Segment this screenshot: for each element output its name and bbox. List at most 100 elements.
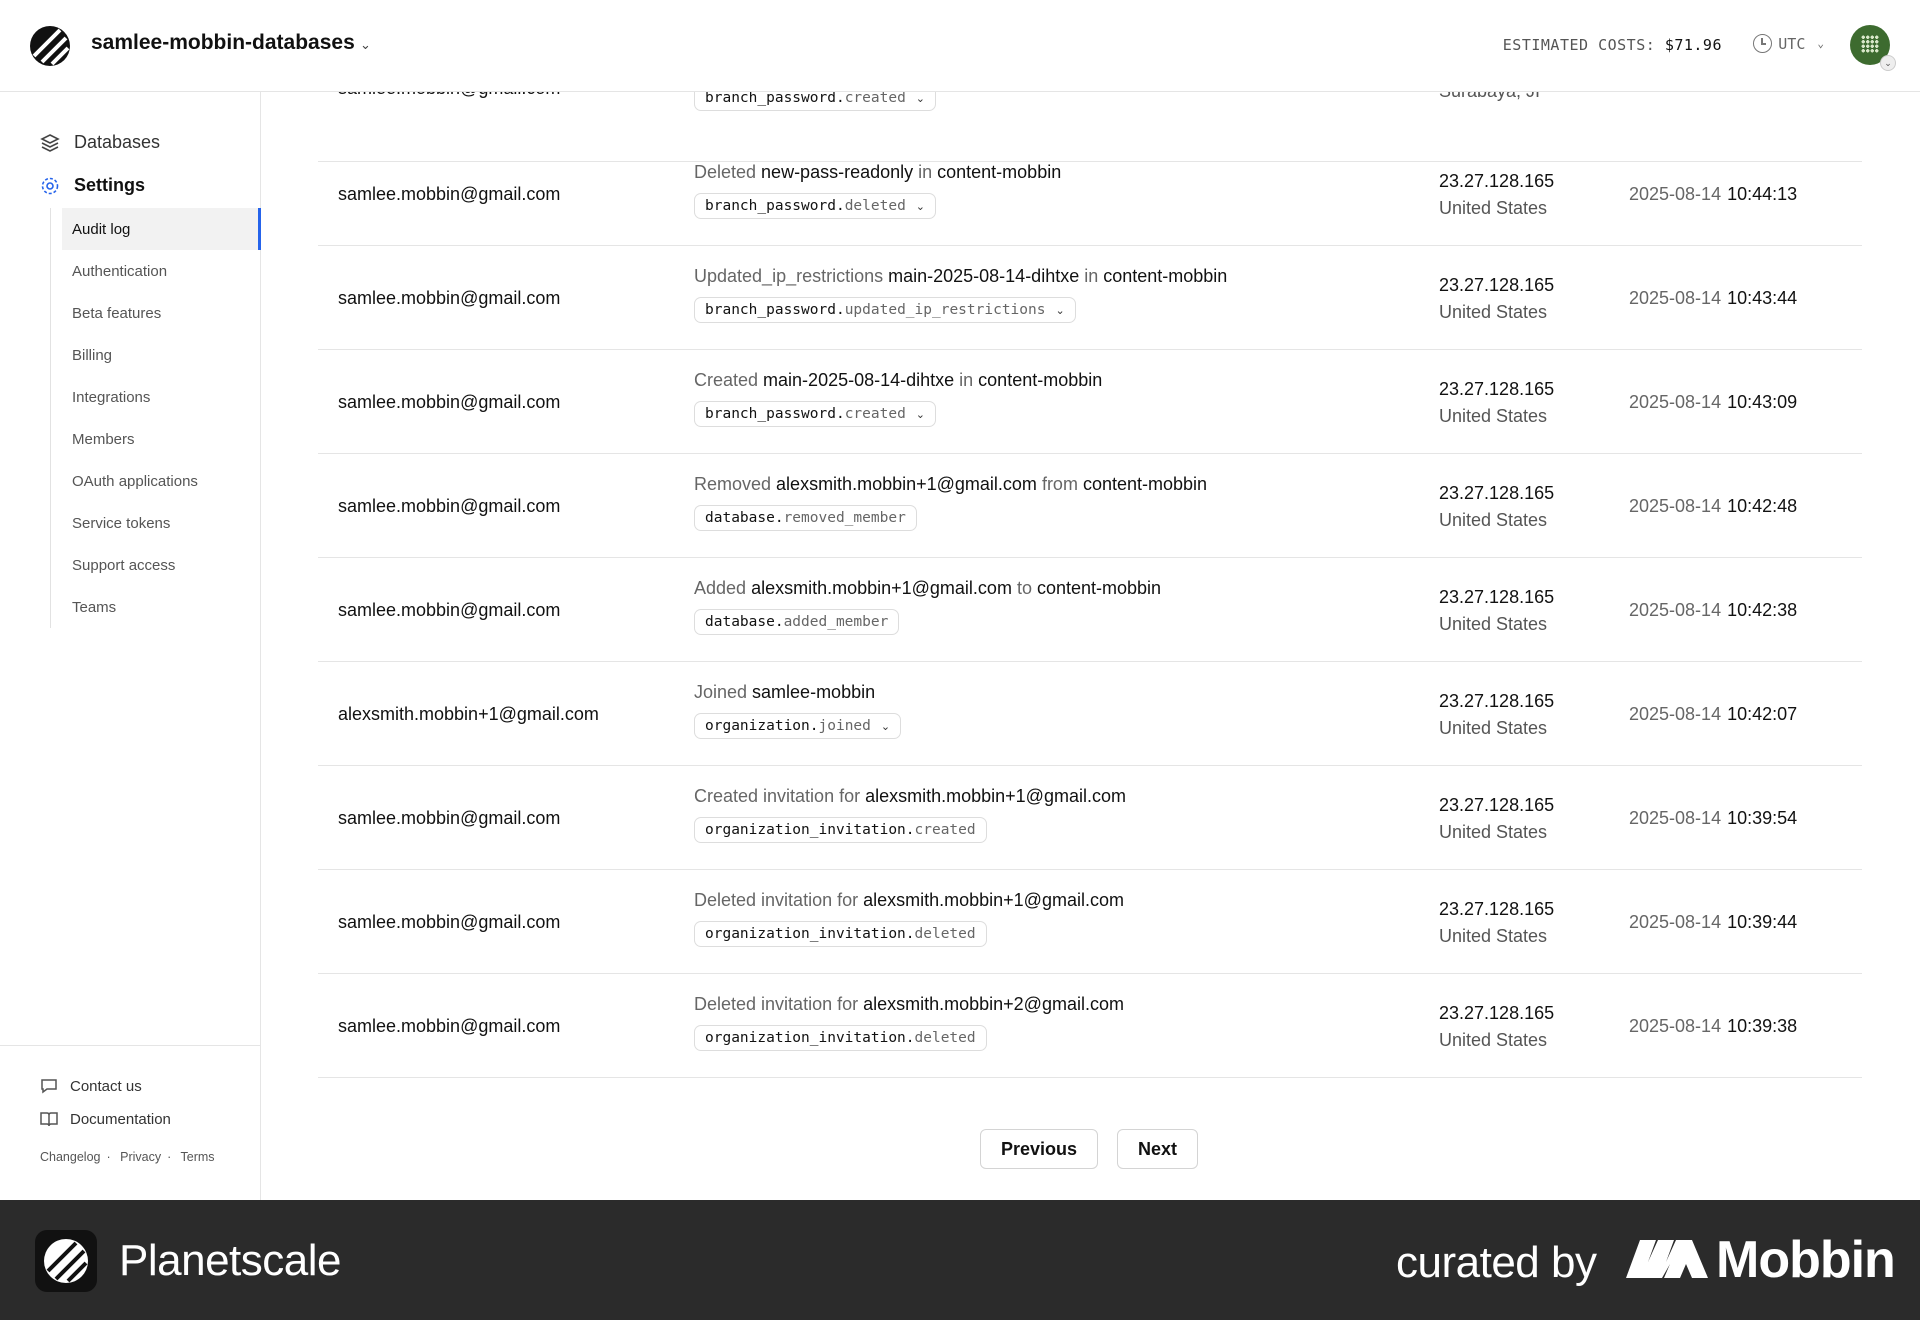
sidebar-item-databases[interactable]: Databases (40, 132, 160, 153)
event-text: to (1011, 578, 1037, 598)
privacy-link[interactable]: Privacy (120, 1150, 161, 1164)
contact-us-link[interactable]: Contact us (40, 1077, 142, 1095)
sidebar-item-teams[interactable]: Teams (62, 586, 261, 628)
terms-link[interactable]: Terms (181, 1150, 215, 1164)
changelog-link[interactable]: Changelog (40, 1150, 100, 1164)
tag-object: branch_password. (705, 302, 845, 318)
chevron-down-icon[interactable]: ⌄ (360, 37, 371, 53)
audit-location: 23.27.128.165 United States (1439, 792, 1554, 846)
sidebar: Databases Settings Audit log Authenticat… (0, 92, 261, 1200)
table-row: samlee.mobbin@gmail.com Updated_ip_restri… (318, 246, 1862, 350)
audit-date: 2025-08-14 (1629, 183, 1722, 204)
table-row: alexsmith.mobbin+1@gmail.com Joined samle… (318, 662, 1862, 766)
event-description: Deleted invitation for alexsmith.mobbin+… (694, 890, 1124, 911)
sidebar-item-oauth-applications[interactable]: OAuth applications (62, 460, 261, 502)
event-entity: alexsmith.mobbin+2@gmail.com (863, 994, 1124, 1014)
org-name[interactable]: samlee-mobbin-databases (91, 31, 355, 55)
sidebar-item-billing[interactable]: Billing (62, 334, 261, 376)
event-text: in (954, 370, 979, 390)
next-button[interactable]: Next (1117, 1129, 1199, 1169)
chevron-down-icon[interactable]: ⌄ (916, 200, 925, 213)
audit-location: 23.27.128.165 United States (1439, 480, 1554, 534)
event-text: Removed (694, 474, 777, 494)
sidebar-item-service-tokens[interactable]: Service tokens (62, 502, 261, 544)
tag-object: branch_password. (705, 198, 845, 214)
sidebar-item-beta-features[interactable]: Beta features (62, 292, 261, 334)
audit-time: 10:43:09 (1727, 391, 1798, 412)
footer-small-links: Changelog · Privacy · Terms (40, 1150, 221, 1164)
event-description: Deleted invitation for alexsmith.mobbin+… (694, 994, 1124, 1015)
chevron-down-icon[interactable]: ⌄ (881, 720, 890, 733)
timezone-selector[interactable]: UTC ⌄ (1753, 34, 1824, 53)
table-row: samlee.mobbin@gmail.com Created invitatio… (318, 766, 1862, 870)
sidebar-item-integrations[interactable]: Integrations (62, 376, 261, 418)
event-text: from (1036, 474, 1083, 494)
chevron-down-icon[interactable]: ⌄ (916, 92, 925, 105)
ip-address: 23.27.128.165 (1439, 483, 1555, 503)
audit-time: 10:39:38 (1727, 1015, 1798, 1036)
sidebar-item-members[interactable]: Members (62, 418, 261, 460)
audit-user: samlee.mobbin@gmail.com (338, 1015, 561, 1036)
audit-timestamp: 2025-08-14 10:39:38 (1629, 974, 1797, 1078)
chevron-down-icon: ⌄ (1817, 37, 1824, 50)
event-type-tag[interactable]: branch_password. deleted ⌄ (694, 193, 937, 219)
audit-timestamp: 2025-08-14 10:42:48 (1629, 454, 1797, 558)
tag-object: branch_password. (705, 406, 845, 422)
audit-event: Deleted invitation for alexsmith.mobbin+… (694, 890, 1124, 947)
event-entity: alexsmith.mobbin+1@gmail.com (751, 578, 1012, 598)
documentation-link[interactable]: Documentation (40, 1110, 171, 1128)
event-text: Created invitation for (694, 786, 866, 806)
sidebar-item-label: Support access (72, 556, 176, 574)
tag-action: deleted (844, 198, 906, 214)
location-name: United States (1439, 926, 1548, 946)
sidebar-item-authentication[interactable]: Authentication (62, 250, 261, 292)
table-row: samlee.mobbin@gmail.com Deleted invitatio… (318, 870, 1862, 974)
chevron-down-icon[interactable]: ⌄ (1055, 304, 1064, 317)
table-row: samlee.mobbin@gmail.com Created main-2025… (318, 350, 1862, 454)
ip-address: 23.27.128.165 (1439, 275, 1555, 295)
event-type-tag[interactable]: organization. joined ⌄ (694, 713, 902, 739)
event-text: Deleted (694, 162, 762, 182)
tag-object: organization. (705, 718, 819, 734)
event-type-tag[interactable]: branch_password. created ⌄ (694, 401, 937, 427)
previous-button[interactable]: Previous (980, 1129, 1099, 1169)
event-type-tag[interactable]: branch_password. updated_ip_restrictions ⌄ (694, 297, 1076, 323)
planetscale-logo-icon[interactable] (30, 26, 70, 66)
sidebar-item-support-access[interactable]: Support access (62, 544, 261, 586)
chat-icon (41, 1079, 57, 1094)
chevron-down-icon[interactable]: ⌄ (916, 408, 925, 421)
audit-time: 10:39:54 (1727, 807, 1798, 828)
audit-event: Added alexsmith.mobbin+1@gmail.com to co… (694, 578, 1161, 635)
ip-address: 23.27.128.165 (1439, 1003, 1555, 1023)
event-type-tag: organization_invitation. deleted (694, 921, 987, 947)
audit-timestamp: 2025-08-14 10:43:09 (1629, 350, 1797, 454)
audit-date: 2025-08-14 (1629, 1015, 1722, 1036)
table-row: samlee.mobbin@gmail.com Deleted invitatio… (318, 974, 1862, 1078)
sidebar-item-audit-log[interactable]: Audit log (62, 208, 261, 250)
audit-user: samlee.mobbin@gmail.com (338, 287, 561, 308)
audit-time: 10:42:07 (1727, 703, 1798, 724)
audit-location: 23.27.128.165 United States (1439, 584, 1554, 638)
event-text: Deleted invitation for (694, 890, 864, 910)
event-description: Created invitation for alexsmith.mobbin+… (694, 786, 1126, 807)
event-type-tag: organization_invitation. created (694, 817, 987, 843)
ip-address: 23.27.128.165 (1439, 379, 1555, 399)
event-entity: main-2025-08-14-dihtxe (888, 266, 1080, 286)
event-entity: content-mobbin (1103, 266, 1228, 286)
tag-object: database. (705, 510, 784, 526)
sidebar-item-label: Members (72, 430, 135, 448)
tag-action: updated_ip_restrictions (844, 302, 1046, 318)
audit-time: 10:42:38 (1727, 599, 1798, 620)
ip-address: 23.27.128.165 (1439, 587, 1555, 607)
sidebar-item-settings[interactable]: Settings (40, 175, 145, 196)
sidebar-item-label: Teams (72, 598, 117, 616)
avatar[interactable]: ⌄ (1850, 25, 1896, 71)
audit-time: 10:44:13 (1727, 183, 1798, 204)
location-name: United States (1439, 198, 1548, 218)
audit-date: 2025-08-14 (1629, 807, 1722, 828)
contact-us-label: Contact us (70, 1077, 142, 1095)
ip-address: 23.27.128.165 (1439, 171, 1555, 191)
audit-location: 23.27.128.165 United States (1439, 168, 1554, 222)
event-text: Joined (694, 682, 753, 702)
tag-object: branch_password. (705, 90, 845, 106)
